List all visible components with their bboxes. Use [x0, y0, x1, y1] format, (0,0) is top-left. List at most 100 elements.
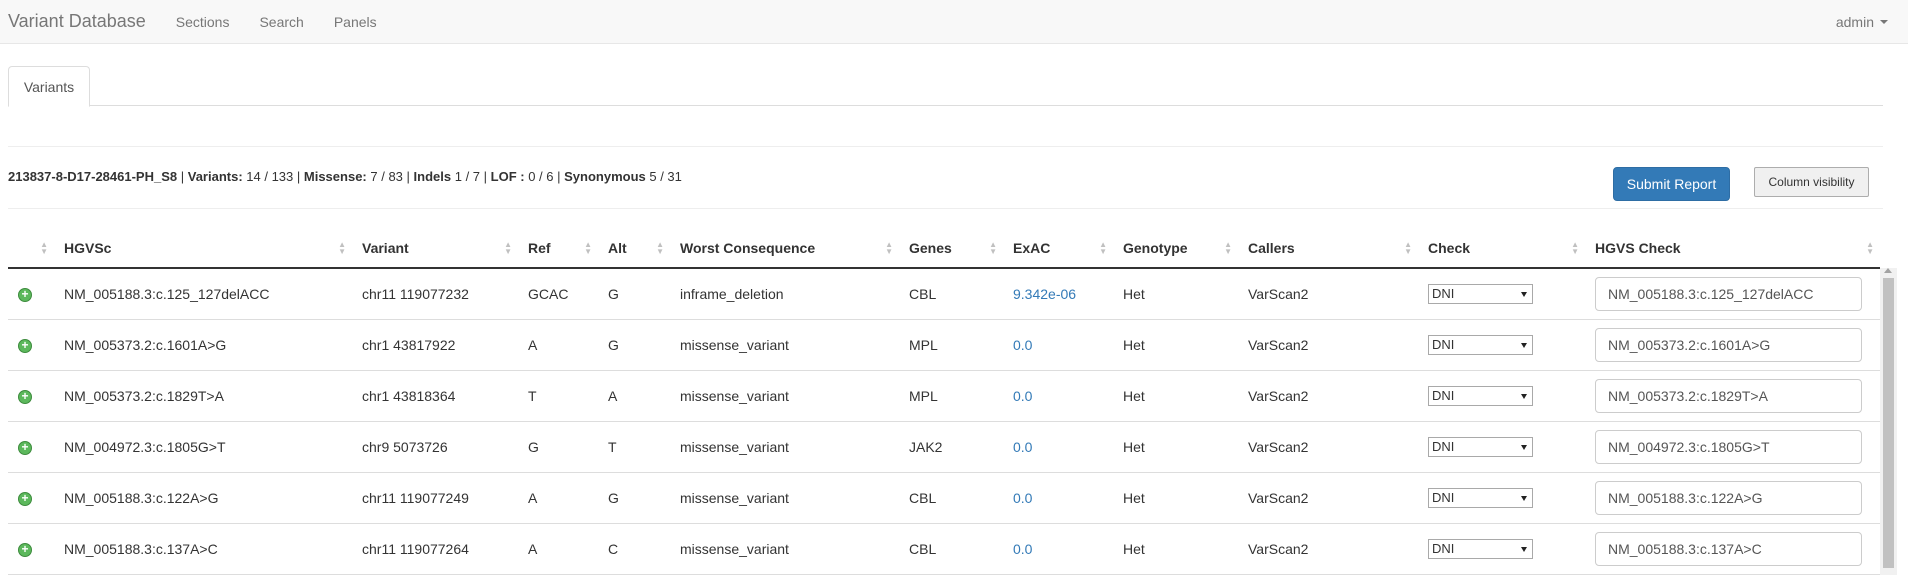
sort-both-icon[interactable]: ▲ ▼ — [40, 241, 48, 256]
cell-consequence: missense_variant — [670, 370, 899, 422]
sort-both-icon[interactable]: ▲ ▼ — [584, 241, 592, 256]
user-name: admin — [1835, 14, 1874, 30]
column-header-exac[interactable]: ExAC ▲ ▼ — [1003, 228, 1113, 269]
hgvs-check-input[interactable] — [1595, 276, 1862, 311]
cell-hgvs-check — [1585, 472, 1880, 524]
nav-search[interactable]: Search — [259, 14, 303, 30]
hgvs-check-input[interactable] — [1595, 531, 1862, 566]
vertical-scrollbar[interactable] — [1880, 268, 1897, 575]
table-row: + NM_005373.2:c.1601A>G chr1 43817922 A Gmis… — [8, 319, 1880, 371]
synonymous-label: Synonymous — [564, 169, 646, 184]
lof-label: LOF : — [490, 169, 525, 184]
caret-down-icon — [1880, 20, 1888, 24]
sort-both-icon[interactable]: ▲ ▼ — [656, 241, 664, 256]
cell-variant: chr9 5073726 — [352, 421, 518, 473]
plus-circle-icon[interactable]: + — [18, 441, 32, 455]
sort-both-icon[interactable]: ▲ ▼ — [504, 241, 512, 256]
column-header-label: Ref — [528, 239, 551, 256]
navbar: Variant Database Sections Search Panels … — [0, 0, 1908, 44]
caret-down-icon — [1521, 393, 1527, 399]
column-header-worst-consequence[interactable]: Worst Consequence ▲ ▼ — [670, 228, 899, 269]
column-header-variant[interactable]: Variant ▲ ▼ — [352, 228, 518, 269]
column-header-check[interactable]: Check ▲ ▼ — [1418, 228, 1585, 269]
sort-both-icon[interactable]: ▲ ▼ — [1866, 241, 1874, 256]
cell-exac: 0.0 — [1003, 421, 1113, 473]
column-header-alt[interactable]: Alt ▲ ▼ — [598, 228, 670, 269]
cell-genotype: Het — [1113, 268, 1238, 320]
check-select[interactable]: DNI — [1428, 538, 1533, 559]
expand-cell: + — [8, 370, 54, 422]
plus-circle-icon[interactable]: + — [18, 543, 32, 557]
caret-down-icon — [1521, 495, 1527, 501]
caret-down-icon — [1521, 444, 1527, 450]
hgvs-check-input[interactable] — [1595, 378, 1862, 413]
check-select-value: DNI — [1432, 490, 1455, 505]
cell-callers: VarScan2 — [1238, 421, 1418, 473]
column-header-genes[interactable]: Genes ▲ ▼ — [899, 228, 1003, 269]
column-visibility-button[interactable]: Column visibility — [1754, 167, 1869, 197]
sample-id: 213837-8-D17-28461-PH_S8 — [8, 169, 178, 184]
column-header-hgvs-check[interactable]: HGVS Check ▲ ▼ — [1585, 228, 1880, 269]
cell-alt: G — [598, 319, 670, 371]
cell-callers: VarScan2 — [1238, 268, 1418, 320]
cell-genotype: Het — [1113, 370, 1238, 422]
cell-consequence: missense_variant — [670, 319, 899, 371]
sort-both-icon[interactable]: ▲ ▼ — [1404, 241, 1412, 256]
cell-check: DNI — [1418, 319, 1585, 371]
hgvs-check-input[interactable] — [1595, 327, 1862, 362]
column-header-genotype[interactable]: Genotype ▲ ▼ — [1113, 228, 1238, 269]
divider — [8, 208, 1883, 209]
check-select[interactable]: DNI — [1428, 436, 1533, 457]
tab-variants[interactable]: Variants — [8, 66, 90, 107]
cell-genotype: Het — [1113, 472, 1238, 524]
variants-label: Variants: — [187, 169, 243, 184]
plus-circle-icon[interactable]: + — [18, 390, 32, 404]
missense-label: Missense: — [303, 169, 367, 184]
cell-hgvsc: NM_005188.3:c.137A>C — [54, 523, 352, 575]
column-header-label: Genotype — [1123, 239, 1188, 256]
sort-both-icon[interactable]: ▲ ▼ — [1571, 241, 1579, 256]
column-header-label: Check — [1428, 239, 1471, 256]
cell-variant: chr11 119077249 — [352, 472, 518, 524]
cell-consequence: missense_variant — [670, 523, 899, 575]
variants-table: ▲ ▼ HGVSc ▲ ▼ Variant ▲ ▼ Ref ▲ ▼ Alt ▲ ▼ Worst Conseq… — [8, 228, 1880, 575]
sort-both-icon[interactable]: ▲ ▼ — [338, 241, 346, 256]
check-select[interactable]: DNI — [1428, 385, 1533, 406]
cell-alt: T — [598, 421, 670, 473]
plus-circle-icon[interactable]: + — [18, 339, 32, 353]
cell-hgvs-check — [1585, 268, 1880, 320]
hgvs-check-input[interactable] — [1595, 480, 1862, 515]
hgvs-check-input[interactable] — [1595, 429, 1862, 464]
cell-callers: VarScan2 — [1238, 370, 1418, 422]
sort-both-icon[interactable]: ▲ ▼ — [1224, 241, 1232, 256]
scrollbar-thumb[interactable] — [1883, 278, 1894, 568]
nav-sections[interactable]: Sections — [176, 14, 230, 30]
column-header-callers[interactable]: Callers ▲ ▼ — [1238, 228, 1418, 269]
caret-down-icon — [1521, 342, 1527, 348]
column-header-label: Alt — [608, 239, 627, 256]
plus-circle-icon[interactable]: + — [18, 492, 32, 506]
sort-both-icon[interactable]: ▲ ▼ — [989, 241, 997, 256]
cell-genotype: Het — [1113, 523, 1238, 575]
expand-cell: + — [8, 523, 54, 575]
check-select[interactable]: DNI — [1428, 487, 1533, 508]
check-select[interactable]: DNI — [1428, 334, 1533, 355]
table-row: + NM_005373.2:c.1829T>A chr1 43818364 T Amis… — [8, 370, 1880, 422]
cell-alt: C — [598, 523, 670, 575]
cell-genes: MPL — [899, 370, 1003, 422]
scroll-up-arrow-icon[interactable] — [1884, 268, 1892, 273]
cell-hgvsc: NM_005373.2:c.1829T>A — [54, 370, 352, 422]
user-menu[interactable]: admin — [1836, 0, 1888, 44]
nav-panels[interactable]: Panels — [334, 14, 377, 30]
cell-genes: CBL — [899, 268, 1003, 320]
cell-ref: GCAC — [518, 268, 598, 320]
column-header-hgvsc[interactable]: HGVSc ▲ ▼ — [54, 228, 352, 269]
plus-circle-icon[interactable]: + — [18, 288, 32, 303]
column-header-ref[interactable]: Ref ▲ ▼ — [518, 228, 598, 269]
sort-both-icon[interactable]: ▲ ▼ — [885, 241, 893, 256]
submit-report-button[interactable]: Submit Report — [1613, 167, 1730, 201]
sort-both-icon[interactable]: ▲ ▼ — [1099, 241, 1107, 256]
check-select[interactable]: DNI — [1428, 283, 1533, 304]
brand-link[interactable]: Variant Database — [8, 11, 146, 32]
column-header-expand[interactable]: ▲ ▼ — [8, 228, 54, 269]
